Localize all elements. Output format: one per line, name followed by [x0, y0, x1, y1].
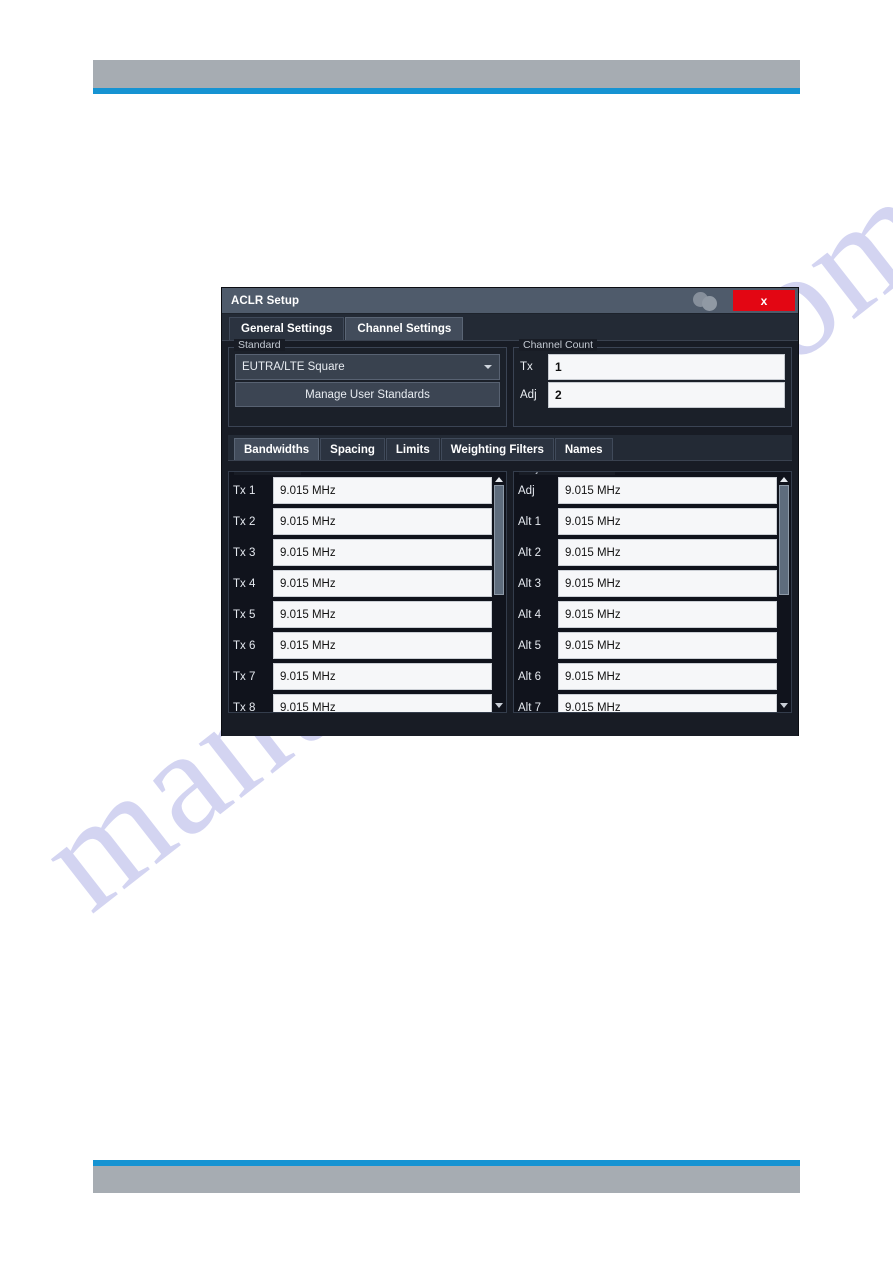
- adjacent-channel-row: Alt 3 9.015 MHz: [518, 568, 791, 599]
- adjacent-channel-row-label: Alt 2: [518, 546, 542, 559]
- tx-channel-row: Tx 7 9.015 MHz: [233, 661, 506, 692]
- scroll-up-icon[interactable]: [780, 477, 788, 482]
- tx-channel-row-label: Tx 6: [233, 639, 256, 652]
- channel-settings-tabstrip: Bandwidths Spacing Limits Weighting Filt…: [228, 435, 792, 461]
- channel-count-tx-input[interactable]: 1: [548, 354, 785, 380]
- adjacent-channel-row-label: Alt 6: [518, 670, 542, 683]
- scroll-down-icon[interactable]: [780, 703, 788, 708]
- tx-channel-row: Tx 2 9.015 MHz: [233, 506, 506, 537]
- tx-channel-row-value-input[interactable]: 9.015 MHz: [273, 632, 492, 659]
- adjacent-channel-row: Alt 5 9.015 MHz: [518, 630, 791, 661]
- channel-count-group-title: Channel Count: [519, 339, 598, 351]
- adjacent-channel-row-label: Alt 3: [518, 577, 542, 590]
- tx-channel-row-label: Tx 3: [233, 546, 256, 559]
- tx-channel-row: Tx 4 9.015 MHz: [233, 568, 506, 599]
- page-footer-band: [93, 1166, 800, 1193]
- adjacent-channel-row-value-input[interactable]: 9.015 MHz: [558, 632, 777, 659]
- close-button[interactable]: x: [733, 290, 795, 311]
- adjacent-channel-row-value-input[interactable]: 9.015 MHz: [558, 539, 777, 566]
- tx-channel-row-value-input[interactable]: 9.015 MHz: [273, 508, 492, 535]
- aclr-setup-dialog: ACLR Setup x General Settings Channel Se…: [221, 287, 799, 736]
- tab-channel-settings[interactable]: Channel Settings: [345, 317, 464, 340]
- adjacent-channel-row-value-input[interactable]: 9.015 MHz: [558, 663, 777, 690]
- tx-channel-row-label: Tx 4: [233, 577, 256, 590]
- tx-channel-row-value-input[interactable]: 9.015 MHz: [273, 570, 492, 597]
- tx-channel-row: Tx 6 9.015 MHz: [233, 630, 506, 661]
- adjacent-channels-group: Adjacent Channels Adj 9.015 MHz Alt 1 9.015…: [513, 471, 792, 713]
- channel-count-tx-label: Tx: [520, 361, 533, 373]
- standard-select-value: EUTRA/LTE Square: [242, 361, 345, 373]
- channel-count-group: Channel Count Tx 1 Adj 2: [513, 339, 792, 427]
- chevron-down-icon: [484, 365, 492, 369]
- tx-channel-row: Tx 8 9.015 MHz: [233, 692, 506, 713]
- dialog-title: ACLR Setup: [231, 294, 300, 307]
- adjacent-channel-row: Alt 2 9.015 MHz: [518, 537, 791, 568]
- standard-select[interactable]: EUTRA/LTE Square: [235, 354, 500, 380]
- tx-channel-row-value-input[interactable]: 9.015 MHz: [273, 539, 492, 566]
- tx-channel-row-label: Tx 2: [233, 515, 256, 528]
- adjacent-channel-row-value-input[interactable]: 9.015 MHz: [558, 508, 777, 535]
- adjacent-channels-scrollbar[interactable]: [779, 475, 790, 711]
- tab-general-settings[interactable]: General Settings: [229, 317, 345, 340]
- adjacent-channel-row-value-input[interactable]: 9.015 MHz: [558, 694, 777, 712]
- tx-channels-list: Tx 1 9.015 MHz Tx 2 9.015 MHz Tx 3 9.015 MHz T…: [229, 475, 506, 712]
- channel-lists-row: Tx Channels Tx 19.015 MHzTx 29.015 MHzTx…: [228, 471, 792, 713]
- dialog-body: Standard EUTRA/LTE Square Manage User St…: [222, 339, 798, 736]
- adjacent-channels-title: Adjacent Channels: [519, 472, 616, 475]
- page-header-rule: [93, 88, 800, 94]
- dialog-tabstrip: General Settings Channel Settings: [222, 314, 798, 341]
- tx-channel-row-value-input[interactable]: 9.015 MHz: [273, 694, 492, 712]
- tx-channels-scrollbar[interactable]: [494, 475, 505, 711]
- adjacent-channel-row: Alt 6 9.015 MHz: [518, 661, 791, 692]
- adjacent-channel-row: Alt 7 9.015 MHz: [518, 692, 791, 713]
- adjacent-channel-row: Alt 1 9.015 MHz: [518, 506, 791, 537]
- manage-user-standards-button[interactable]: Manage User Standards: [235, 382, 500, 407]
- top-settings-row: Standard EUTRA/LTE Square Manage User St…: [228, 339, 792, 427]
- tx-channel-row: Tx 5 9.015 MHz: [233, 599, 506, 630]
- adjacent-channel-row-label: Alt 4: [518, 608, 542, 621]
- adjacent-channel-row-value-input[interactable]: 9.015 MHz: [558, 601, 777, 628]
- scrollbar-thumb[interactable]: [779, 485, 789, 595]
- adjacent-channel-row-label: Alt 5: [518, 639, 542, 652]
- page-header-band: [93, 60, 800, 88]
- scroll-down-icon[interactable]: [495, 703, 503, 708]
- adjacent-channel-row-value-input[interactable]: 9.015 MHz: [558, 570, 777, 597]
- adjacent-channel-row-label: Alt 7: [518, 701, 542, 713]
- tx-channel-row-value-input[interactable]: 9.015 MHz: [273, 663, 492, 690]
- tx-channels-group: Tx Channels Tx 19.015 MHzTx 29.015 MHzTx…: [228, 471, 507, 713]
- tx-channel-row-value-input[interactable]: 9.015 MHz: [273, 477, 492, 504]
- tx-channel-row-label: Tx 7: [233, 670, 256, 683]
- adjacent-channel-row-label: Adj: [518, 484, 535, 497]
- adjacent-channel-row: Adj 9.015 MHz: [518, 475, 791, 506]
- tx-channels-title: Tx Channels: [234, 472, 301, 475]
- standard-group-title: Standard: [234, 339, 285, 351]
- adjacent-channel-row-value-input[interactable]: 9.015 MHz: [558, 477, 777, 504]
- tab-limits[interactable]: Limits: [385, 438, 440, 460]
- scroll-up-icon[interactable]: [495, 477, 503, 482]
- adjacent-channels-list: Adj 9.015 MHz Alt 1 9.015 MHz Alt 2 9.015 MHz…: [514, 475, 791, 712]
- adjacent-channel-row-label: Alt 1: [518, 515, 542, 528]
- adjacent-channel-row: Alt 4 9.015 MHz: [518, 599, 791, 630]
- tx-channel-row-label: Tx 1: [233, 484, 256, 497]
- tx-channel-row-value-input[interactable]: 9.015 MHz: [273, 601, 492, 628]
- tx-channel-row-label: Tx 8: [233, 701, 256, 713]
- channel-count-row-tx: Tx 1: [520, 354, 785, 380]
- tx-channel-row: Tx 3 9.015 MHz: [233, 537, 506, 568]
- tx-channel-row-label: Tx 5: [233, 608, 256, 621]
- channel-count-adj-input[interactable]: 2: [548, 382, 785, 408]
- tab-bandwidths[interactable]: Bandwidths: [234, 438, 320, 460]
- tab-weighting-filters[interactable]: Weighting Filters: [440, 438, 554, 460]
- tab-spacing[interactable]: Spacing: [320, 438, 385, 460]
- tab-names[interactable]: Names: [554, 438, 613, 460]
- dialog-titlebar: ACLR Setup x: [222, 288, 798, 314]
- tx-channel-row: Tx 1 9.015 MHz: [233, 475, 506, 506]
- standard-group: Standard EUTRA/LTE Square Manage User St…: [228, 339, 507, 427]
- scrollbar-thumb[interactable]: [494, 485, 504, 595]
- channel-count-row-adj: Adj 2: [520, 382, 785, 408]
- overlapping-circles-icon: [693, 291, 725, 311]
- channel-count-adj-label: Adj: [520, 389, 537, 401]
